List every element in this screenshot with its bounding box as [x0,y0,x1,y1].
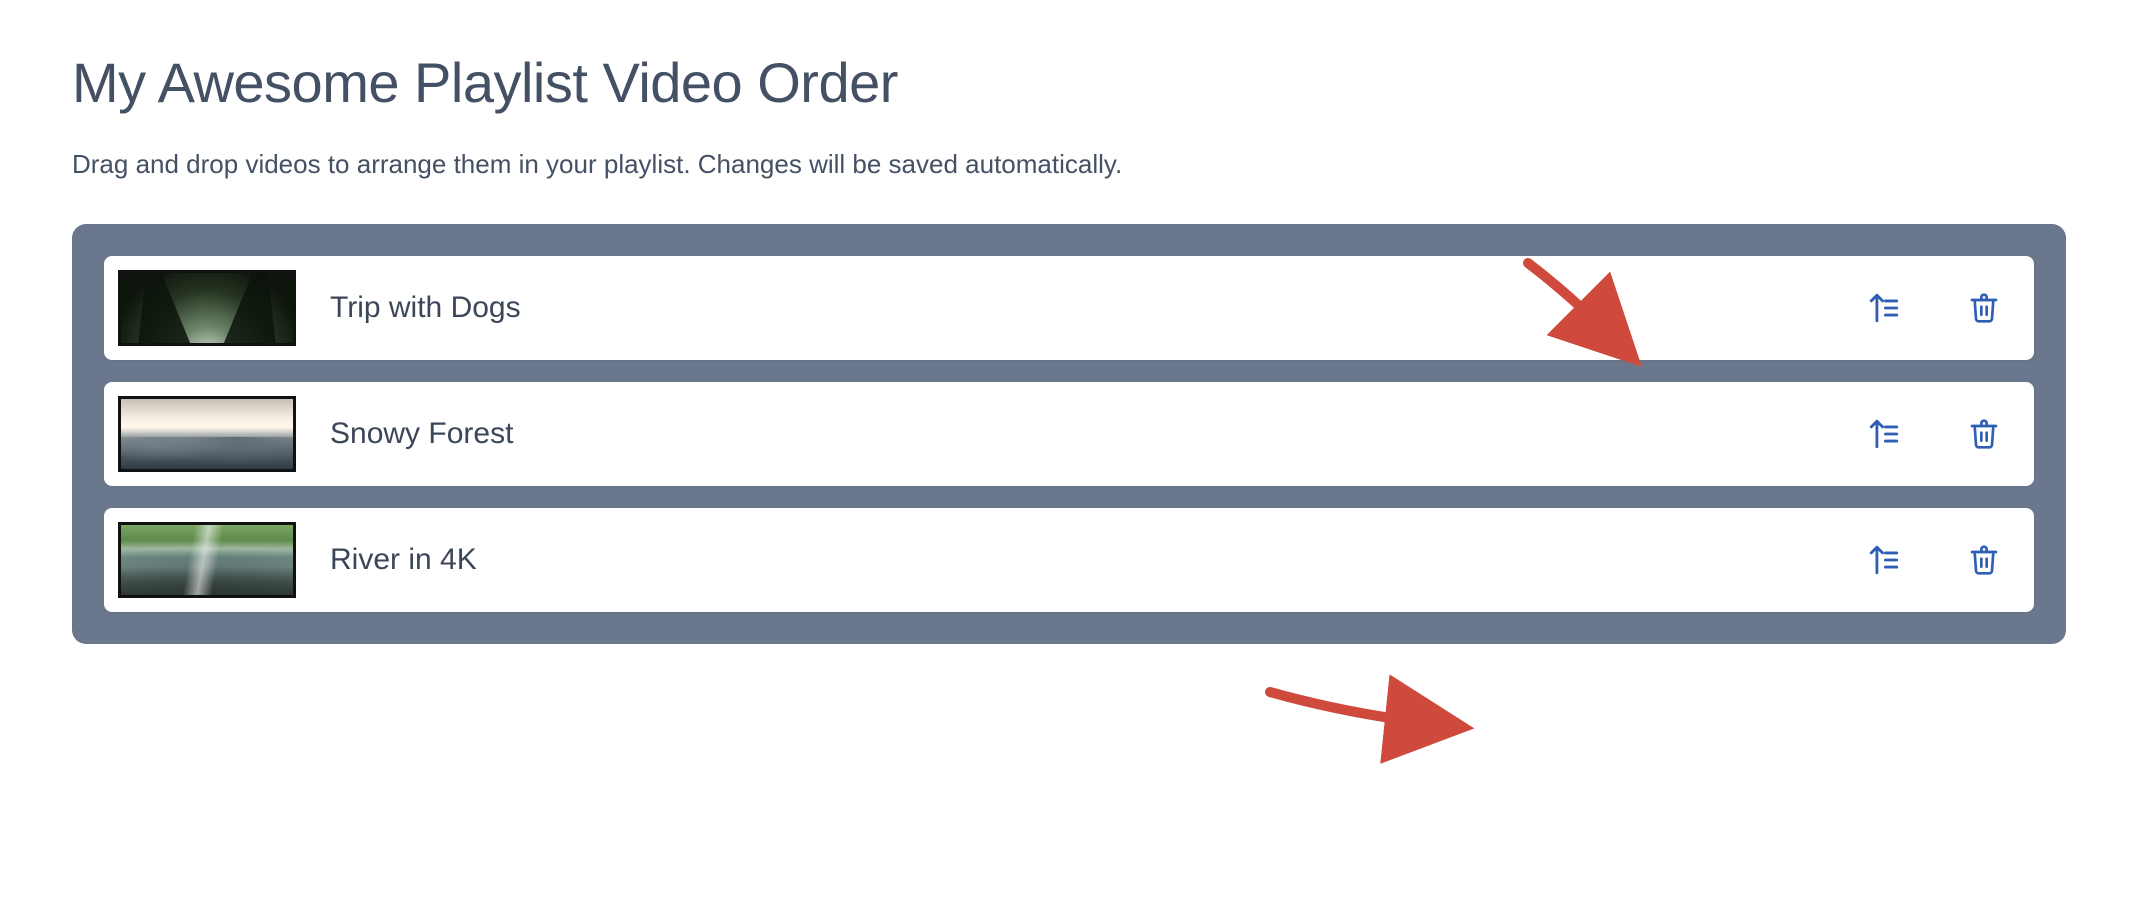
video-title: Snowy Forest [330,417,1864,451]
page-title: My Awesome Playlist Video Order [72,50,2066,115]
playlist-panel: Trip with Dogs [72,224,2066,644]
move-to-top-button[interactable] [1864,414,1904,454]
delete-button[interactable] [1964,288,2004,328]
move-to-top-icon [1867,417,1901,451]
playlist-row[interactable]: River in 4K [104,508,2034,612]
move-to-top-icon [1867,543,1901,577]
playlist-row[interactable]: Trip with Dogs [104,256,2034,360]
video-thumbnail [118,522,296,598]
playlist-row[interactable]: Snowy Forest [104,382,2034,486]
video-thumbnail [118,270,296,346]
video-thumbnail [118,396,296,472]
video-title: River in 4K [330,543,1864,577]
move-to-top-icon [1867,291,1901,325]
delete-button[interactable] [1964,540,2004,580]
row-actions [1864,288,2004,328]
row-actions [1864,414,2004,454]
move-to-top-button[interactable] [1864,540,1904,580]
row-actions [1864,540,2004,580]
delete-button[interactable] [1964,414,2004,454]
playlist-order-page: My Awesome Playlist Video Order Drag and… [0,0,2138,644]
move-to-top-button[interactable] [1864,288,1904,328]
trash-icon [1968,418,2000,450]
video-title: Trip with Dogs [330,291,1864,325]
trash-icon [1968,292,2000,324]
annotation-arrow [1264,670,1464,755]
trash-icon [1968,544,2000,576]
page-subtitle: Drag and drop videos to arrange them in … [72,149,2066,180]
